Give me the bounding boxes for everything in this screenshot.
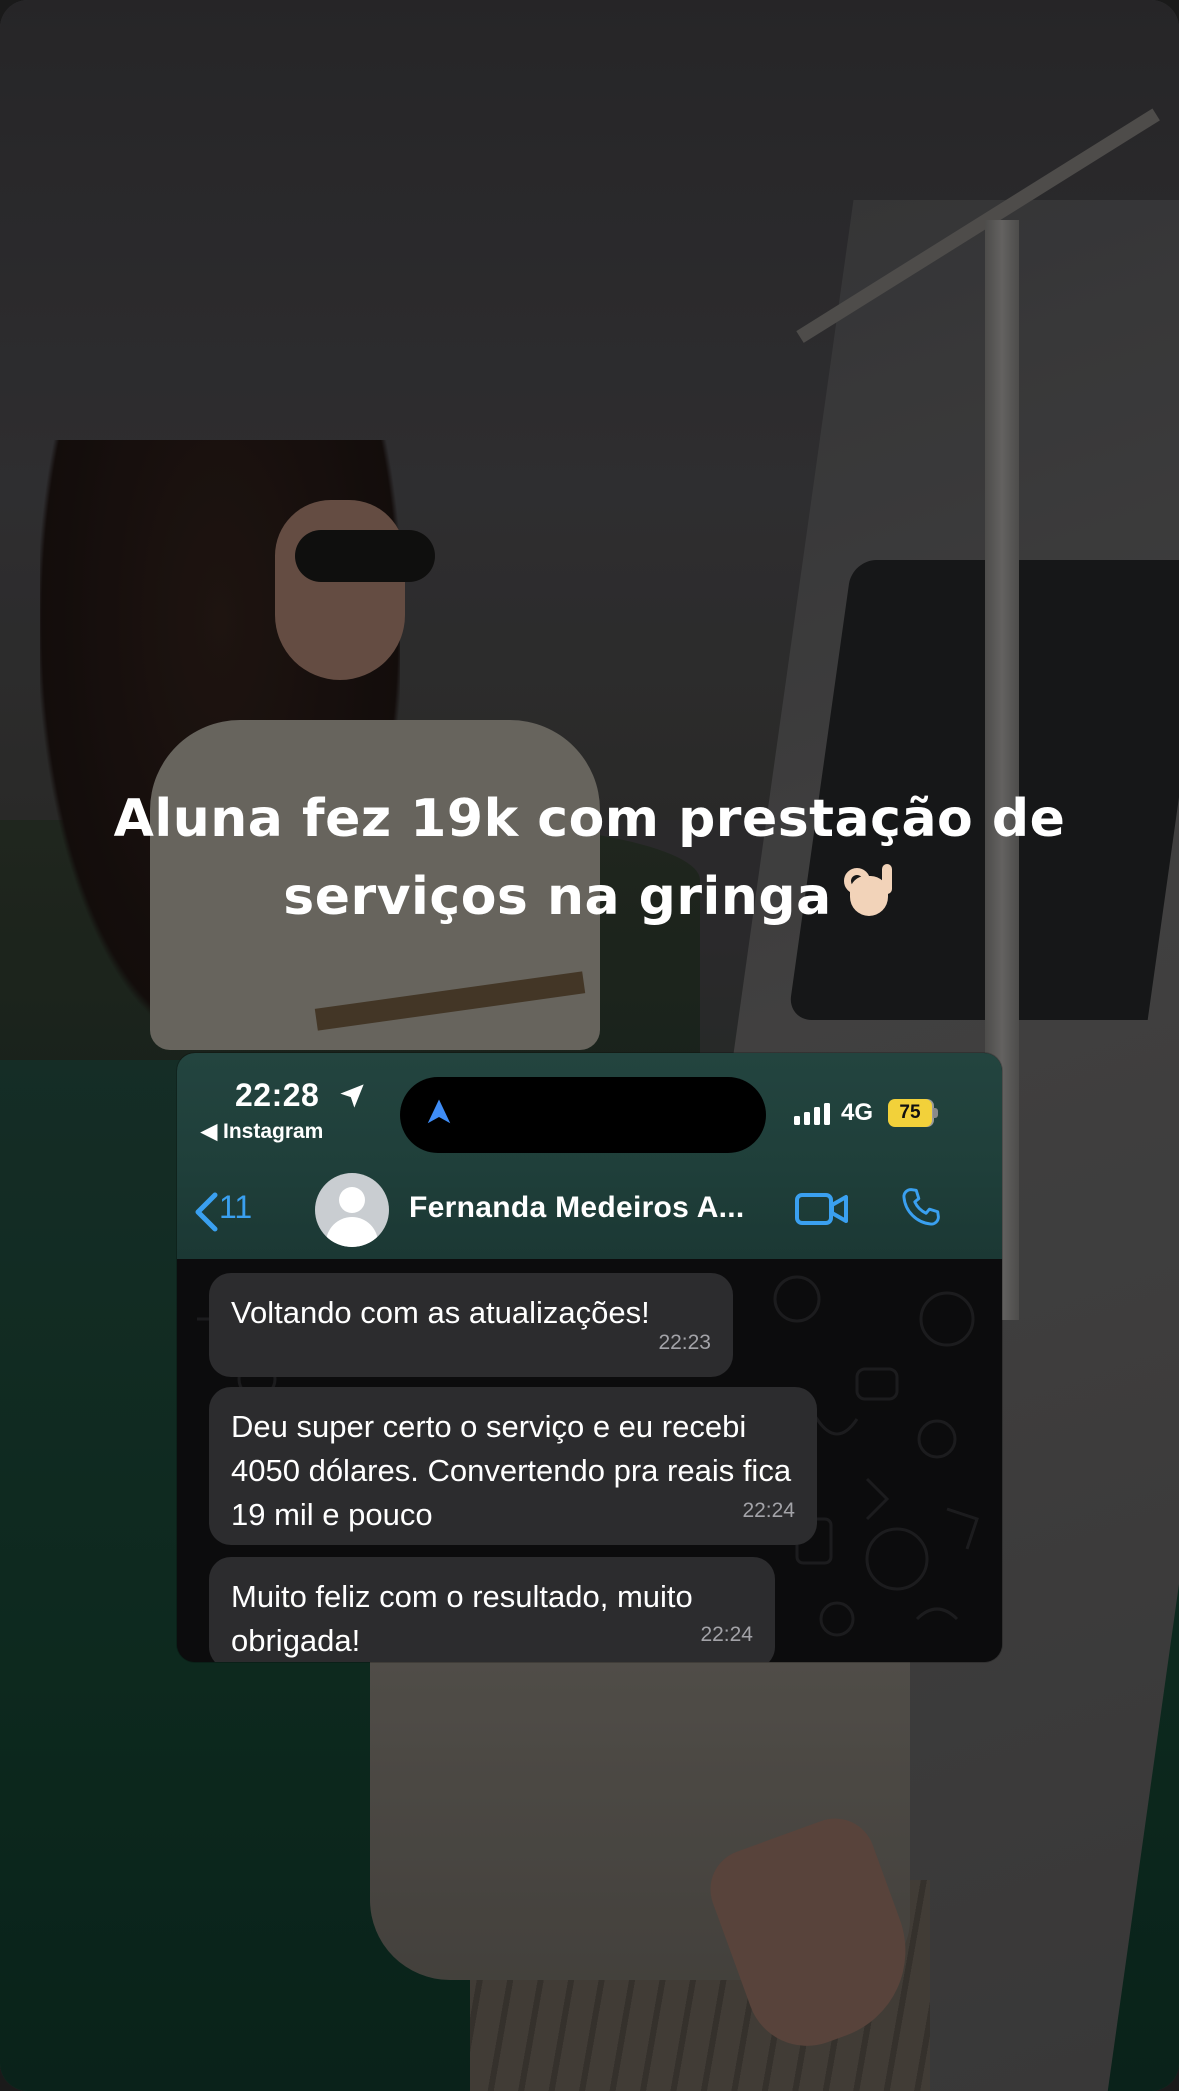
message-bubble[interactable]: Muito feliz com o resultado, muito obrig… [209, 1557, 775, 1662]
signal-icon [794, 1103, 830, 1125]
message-time: 22:24 [700, 1623, 753, 1646]
chevron-left-icon [195, 1192, 218, 1232]
message-bubble[interactable]: Deu super certo o serviço e eu recebi 40… [209, 1387, 817, 1545]
story-headline: Aluna fez 19k com prestação de serviços … [0, 780, 1179, 936]
chat-header: 22:28 ◀ Instagram 4G 75 11 Fernanda Mede… [177, 1053, 1002, 1259]
whatsapp-screenshot: 22:28 ◀ Instagram 4G 75 11 Fernanda Mede… [177, 1053, 1002, 1662]
contact-name[interactable]: Fernanda Medeiros A... [409, 1191, 745, 1225]
message-bubble[interactable]: Voltando com as atualizações! 22:23 [209, 1273, 733, 1377]
dynamic-island [400, 1077, 766, 1153]
location-arrow-icon [340, 1084, 364, 1108]
phone-icon[interactable] [899, 1185, 943, 1229]
avatar[interactable] [315, 1173, 389, 1247]
battery-tip [933, 1108, 938, 1118]
unread-count[interactable]: 11 [219, 1189, 252, 1226]
message-text: Voltando com as atualizações! [231, 1295, 650, 1330]
story-canvas: Aluna fez 19k com prestação de serviços … [0, 0, 1179, 2091]
message-time: 22:23 [658, 1331, 711, 1354]
ok-hand-icon [842, 864, 896, 920]
background-dim-overlay [0, 0, 1179, 2091]
headline-line-2: serviços na gringa [0, 858, 1179, 936]
chat-messages: Voltando com as atualizações! 22:23 Deu … [177, 1259, 1002, 1662]
message-time: 22:24 [742, 1499, 795, 1522]
navigation-arrow-icon [427, 1099, 451, 1124]
network-type: 4G [841, 1099, 874, 1126]
video-call-icon[interactable] [794, 1189, 850, 1229]
status-time: 22:28 [235, 1077, 320, 1113]
message-text: Muito feliz com o resultado, muito obrig… [231, 1579, 693, 1658]
headline-line-2-text: serviços na gringa [283, 867, 832, 927]
message-text: Deu super certo o serviço e eu recebi 40… [231, 1409, 792, 1532]
battery-icon: 75 [888, 1099, 932, 1127]
headline-line-1: Aluna fez 19k com prestação de [113, 789, 1066, 849]
back-to-app-link[interactable]: ◀ Instagram [201, 1119, 323, 1144]
